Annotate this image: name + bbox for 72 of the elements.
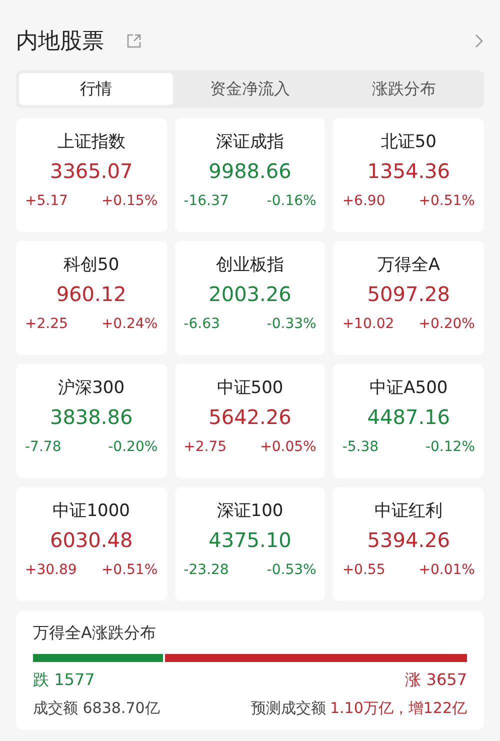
index-value: 6030.48 (50, 528, 133, 552)
index-percent: +0.51% (101, 562, 158, 578)
index-card[interactable]: 中证500 5642.26 +2.75 +0.05% (174, 364, 326, 478)
decliners-count: 跌 1577 (33, 670, 95, 691)
index-percent: -0.53% (266, 562, 316, 578)
index-value: 3365.07 (50, 159, 133, 183)
index-change: +30.89 (25, 562, 77, 578)
index-name: 中证红利 (374, 500, 443, 522)
section-title: 内地股票 (16, 28, 104, 56)
index-card[interactable]: 北证50 1354.36 +6.90 +0.51% (333, 118, 484, 232)
index-percent: -0.12% (425, 439, 475, 455)
index-name: 中证500 (216, 377, 284, 399)
index-change: -7.78 (25, 439, 62, 455)
tab[interactable]: 涨跌分布 (327, 73, 481, 105)
index-card[interactable]: 科创50 960.12 +2.25 +0.24% (16, 241, 167, 355)
index-value: 9988.66 (208, 159, 292, 183)
distribution-title: 万得全A涨跌分布 (33, 623, 157, 644)
share-icon[interactable] (126, 33, 142, 49)
index-percent: +0.20% (418, 316, 475, 332)
index-percent: +0.51% (418, 193, 475, 209)
index-change: +2.25 (25, 316, 68, 332)
index-percent: +0.24% (101, 316, 158, 332)
tab[interactable]: 行情 (19, 73, 173, 105)
index-name: 中证A500 (370, 377, 448, 399)
index-value: 4375.10 (208, 528, 292, 552)
advancers-count: 涨 3657 (405, 670, 467, 691)
index-percent: -0.16% (266, 193, 316, 209)
index-name: 万得全A (377, 254, 440, 276)
index-change: +6.90 (342, 193, 386, 209)
index-name: 深证成指 (216, 131, 284, 153)
index-value: 2003.26 (208, 282, 292, 306)
forecast-value: 1.10万亿，增122亿 (330, 699, 467, 718)
index-value: 1354.36 (367, 159, 450, 183)
index-change: -23.28 (184, 562, 229, 578)
index-name: 科创50 (64, 254, 120, 276)
turnover-text: 成交额 6838.70亿 (33, 699, 160, 718)
index-value: 4487.16 (367, 405, 450, 429)
index-card[interactable]: 深证100 4375.10 -23.28 -0.53% (174, 487, 326, 601)
index-name: 中证1000 (52, 500, 130, 522)
index-change: -5.38 (342, 439, 379, 455)
index-change: +2.75 (184, 439, 227, 455)
index-card[interactable]: 万得全A 5097.28 +10.02 +0.20% (333, 241, 484, 355)
index-name: 创业板指 (216, 254, 284, 276)
forecast-label: 预测成交额 (250, 699, 326, 718)
index-card[interactable]: 中证A500 4487.16 -5.38 -0.12% (333, 364, 484, 478)
index-value: 5097.28 (367, 282, 450, 306)
index-change: +10.02 (342, 316, 394, 332)
index-card[interactable]: 沪深300 3838.86 -7.78 -0.20% (16, 364, 167, 478)
index-change: +0.55 (342, 562, 386, 578)
index-value: 5642.26 (208, 405, 292, 429)
index-percent: -0.20% (108, 439, 158, 455)
index-name: 深证100 (216, 500, 284, 522)
index-percent: +0.15% (101, 193, 158, 209)
index-card[interactable]: 深证成指 9988.66 -16.37 -0.16% (174, 118, 326, 232)
chevron-right-icon[interactable] (475, 34, 484, 48)
index-percent: +0.01% (418, 562, 475, 578)
index-value: 5394.26 (367, 528, 450, 552)
index-card[interactable]: 中证1000 6030.48 +30.89 +0.51% (16, 487, 167, 601)
index-percent: +0.05% (260, 439, 316, 455)
tab[interactable]: 资金净流入 (173, 73, 327, 105)
index-name: 上证指数 (57, 131, 126, 153)
index-change: -6.63 (184, 316, 220, 332)
index-card[interactable]: 中证红利 5394.26 +0.55 +0.01% (333, 487, 484, 601)
index-name: 沪深300 (58, 377, 125, 399)
index-change: -16.37 (184, 193, 229, 209)
index-value: 960.12 (56, 282, 126, 306)
index-change: +5.17 (25, 193, 68, 209)
index-card[interactable]: 创业板指 2003.26 -6.63 -0.33% (174, 241, 326, 355)
index-name: 北证50 (380, 131, 436, 153)
index-card[interactable]: 上证指数 3365.07 +5.17 +0.15% (16, 118, 167, 232)
index-percent: -0.33% (266, 316, 316, 332)
index-value: 3838.86 (50, 405, 133, 429)
